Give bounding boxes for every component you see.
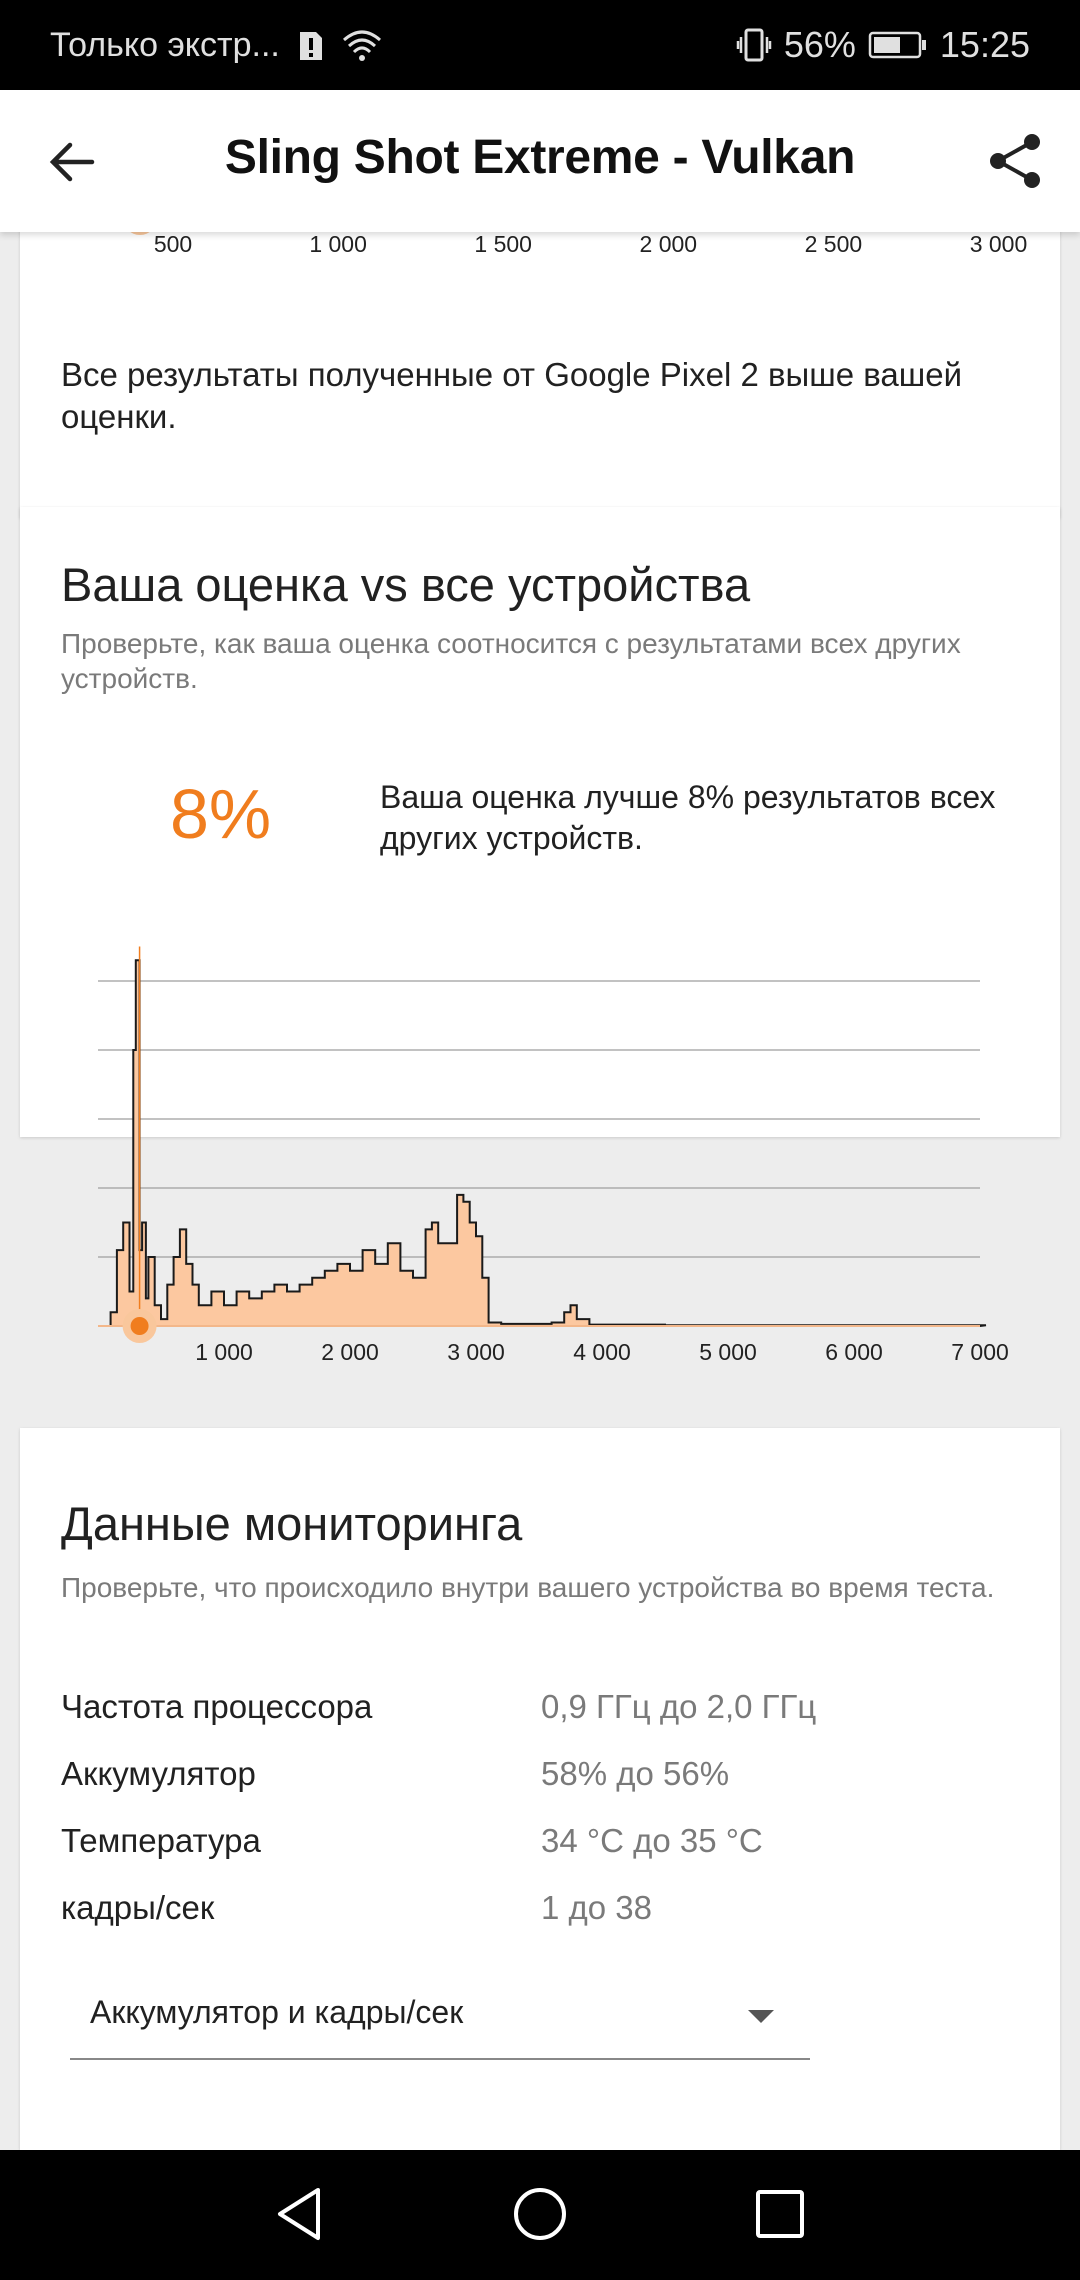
comparison-subtitle: Проверьте, как ваша оценка соотносится с… xyxy=(61,628,961,694)
device-score-chart: 500 1 000 1 500 2 000 2 500 3 000 xyxy=(130,232,1028,257)
x-tick-label: 5 000 xyxy=(699,1339,757,1365)
nav-back-icon[interactable] xyxy=(270,2184,330,2244)
status-bar: Только экстр... 56% 15:25 xyxy=(0,0,1080,90)
x-tick-label: 3 000 xyxy=(447,1339,505,1365)
battery-percent: 56% xyxy=(783,24,856,65)
monitoring-subtitle: Проверьте, что происходило внутри вашего… xyxy=(61,1572,995,1603)
device-results-card: 500 1 000 1 500 2 000 2 500 3 000 Все результ… xyxy=(20,232,1060,518)
x-tick-label: 2 000 xyxy=(321,1339,379,1365)
monitoring-label: Температура xyxy=(61,1822,261,1859)
x-tick-label: 1 000 xyxy=(195,1339,253,1365)
x-tick-label: 4 000 xyxy=(573,1339,631,1365)
monitoring-value: 0,9 ГГц до 2,0 ГГц xyxy=(541,1688,817,1725)
x-tick-label: 1 000 xyxy=(309,232,367,257)
x-tick-label: 6 000 xyxy=(825,1339,883,1365)
x-tick-label: 2 000 xyxy=(640,232,698,257)
page-title: Sling Shot Extreme - Vulkan xyxy=(224,131,856,184)
monitoring-value: 1 до 38 xyxy=(541,1889,653,1926)
carrier-text: Только экстр... xyxy=(50,26,280,64)
x-tick-label: 3 000 xyxy=(970,232,1028,257)
x-tick-label: 1 500 xyxy=(474,232,532,257)
system-nav-bar xyxy=(0,2150,1080,2280)
nav-recents-icon[interactable] xyxy=(750,2184,810,2244)
score-percentile: 8% xyxy=(170,775,272,853)
share-icon[interactable] xyxy=(984,130,1046,192)
monitoring-value: 34 °C до 35 °C xyxy=(541,1822,763,1859)
device-results-text: Все результаты полученные от Google Pixe… xyxy=(61,356,963,435)
wifi-icon xyxy=(342,30,381,61)
vibrate-icon xyxy=(736,28,772,62)
monitoring-card-content: Данные мониторинга Проверьте, что происх… xyxy=(20,1428,1060,2150)
app-bar: Sling Shot Extreme - Vulkan xyxy=(0,90,1080,232)
all-devices-score-chart: 1 000 2 000 3 000 4 000 5 000 6 000 7 000 xyxy=(98,946,1009,1365)
x-tick-label: 500 xyxy=(154,232,192,257)
monitoring-label: Аккумулятор xyxy=(61,1755,256,1792)
monitoring-title: Данные мониторинга xyxy=(61,1497,523,1550)
monitoring-label: Частота процессора xyxy=(61,1688,373,1725)
your-score-marker xyxy=(130,1317,149,1335)
score-comparison-card: Ваша оценка vs все устройства Проверьте,… xyxy=(20,507,1060,1365)
monitoring-label: кадры/сек xyxy=(61,1889,215,1926)
chevron-down-icon xyxy=(748,2010,774,2023)
monitoring-value: 58% до 56% xyxy=(541,1755,730,1792)
percentile-description: Ваша оценка лучше 8% результатов всех др… xyxy=(380,779,996,856)
battery-icon xyxy=(868,31,926,59)
x-tick-label: 7 000 xyxy=(951,1339,1009,1365)
monitoring-graph-select[interactable]: Аккумулятор и кадры/сек xyxy=(70,1994,810,2060)
notification-alert-icon xyxy=(299,31,322,60)
monitoring-graph-select-value: Аккумулятор и кадры/сек xyxy=(90,1994,464,2030)
nav-home-icon[interactable] xyxy=(510,2184,570,2244)
your-score-marker-halo xyxy=(130,232,150,235)
x-tick-label: 2 500 xyxy=(805,232,863,257)
distribution-area xyxy=(109,959,987,1327)
clock: 15:25 xyxy=(939,24,1030,65)
comparison-title: Ваша оценка vs все устройства xyxy=(61,558,751,611)
